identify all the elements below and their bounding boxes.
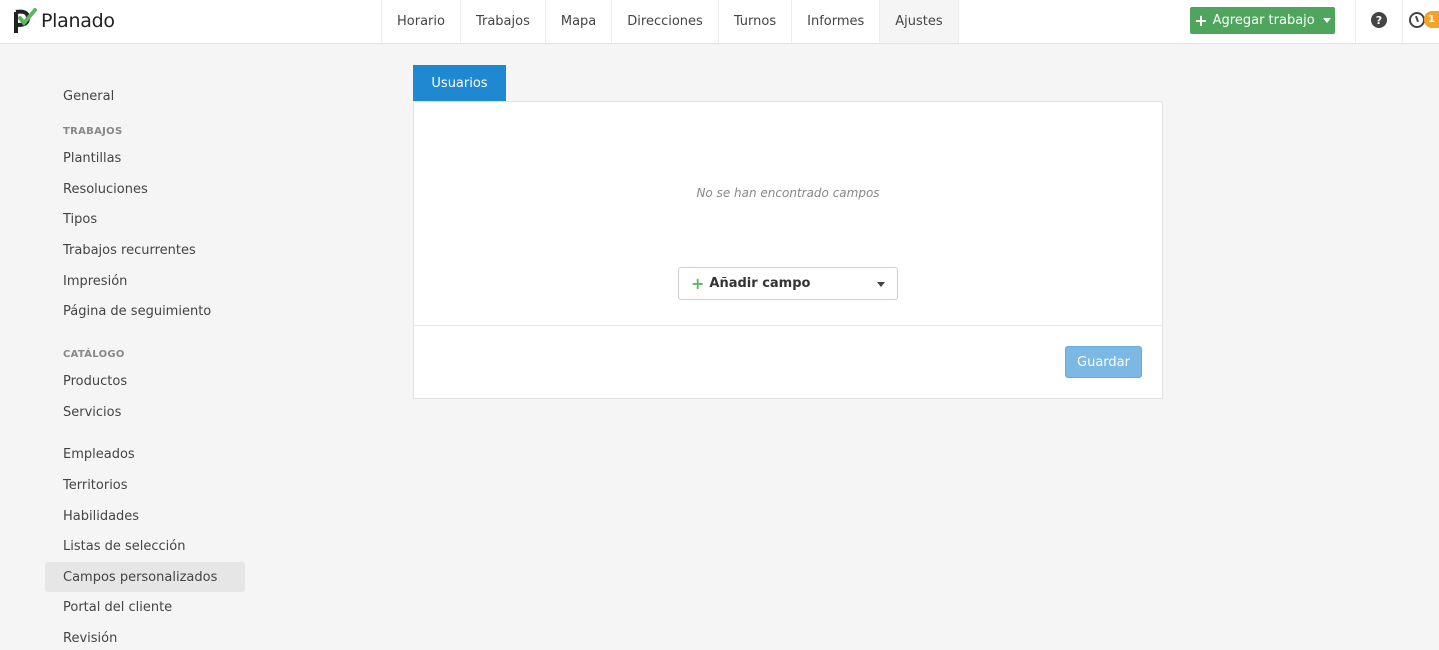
sidebar-item-servicios[interactable]: Servicios	[45, 397, 245, 427]
tab-usuarios[interactable]: Usuarios	[413, 65, 506, 102]
top-bar: Planado Horario Trabajos Mapa Direccione…	[0, 0, 1439, 44]
sidebar-item-campos-personalizados[interactable]: Campos personalizados	[45, 562, 245, 592]
caret-down-icon	[877, 282, 885, 287]
empty-state-message: No se han encontrado campos	[696, 186, 880, 200]
sidebar-header-trabajos: TRABAJOS	[63, 126, 123, 137]
plus-icon: +	[691, 273, 705, 293]
add-field-label: Añadir campo	[709, 276, 811, 291]
add-job-label: Agregar trabajo	[1212, 13, 1315, 28]
planado-logo-icon	[14, 8, 37, 33]
nav-trabajos[interactable]: Trabajos	[461, 0, 546, 43]
toolbar-divider	[1402, 0, 1403, 43]
caret-down-icon	[1322, 18, 1331, 23]
sidebar-item-revision[interactable]: Revisión	[45, 623, 245, 650]
sidebar-item-empleados[interactable]: Empleados	[45, 439, 245, 469]
sidebar-item-general[interactable]: General	[45, 81, 245, 111]
sidebar-item-plantillas[interactable]: Plantillas	[45, 143, 245, 173]
sidebar-item-territorios[interactable]: Territorios	[45, 470, 245, 500]
sidebar-header-catalogo: CATÁLOGO	[63, 349, 125, 360]
notification-badge[interactable]: 1	[1424, 11, 1439, 28]
add-job-button[interactable]: + Agregar trabajo	[1190, 7, 1335, 34]
sidebar-item-productos[interactable]: Productos	[45, 366, 245, 396]
add-field-dropdown[interactable]: + Añadir campo	[678, 267, 898, 300]
main-nav: Horario Trabajos Mapa Direcciones Turnos…	[381, 0, 959, 43]
sidebar-item-resoluciones[interactable]: Resoluciones	[45, 174, 245, 204]
sidebar-item-pagina-seguimiento[interactable]: Página de seguimiento	[45, 296, 245, 326]
app-name: Planado	[41, 10, 115, 32]
sidebar-item-impresion[interactable]: Impresión	[45, 266, 245, 296]
help-icon[interactable]: ?	[1371, 12, 1387, 28]
save-button[interactable]: Guardar	[1065, 346, 1142, 378]
planado-logo[interactable]: Planado	[13, 7, 115, 35]
toolbar-divider	[1355, 0, 1356, 43]
nav-turnos[interactable]: Turnos	[719, 0, 793, 43]
sidebar-item-trabajos-recurrentes[interactable]: Trabajos recurrentes	[45, 235, 245, 265]
clock-icon[interactable]	[1409, 12, 1425, 28]
nav-ajustes[interactable]: Ajustes	[880, 0, 959, 43]
nav-informes[interactable]: Informes	[792, 0, 881, 43]
sidebar-item-habilidades[interactable]: Habilidades	[45, 501, 245, 531]
sidebar-item-portal-cliente[interactable]: Portal del cliente	[45, 592, 245, 622]
nav-mapa[interactable]: Mapa	[546, 0, 613, 43]
sidebar-item-tipos[interactable]: Tipos	[45, 204, 245, 234]
nav-direcciones[interactable]: Direcciones	[612, 0, 719, 43]
custom-fields-panel: No se han encontrado campos + Añadir cam…	[413, 101, 1163, 399]
sidebar-item-listas-seleccion[interactable]: Listas de selección	[45, 531, 245, 561]
plus-icon: +	[1194, 10, 1208, 30]
panel-divider	[414, 325, 1162, 326]
nav-horario[interactable]: Horario	[382, 0, 461, 43]
